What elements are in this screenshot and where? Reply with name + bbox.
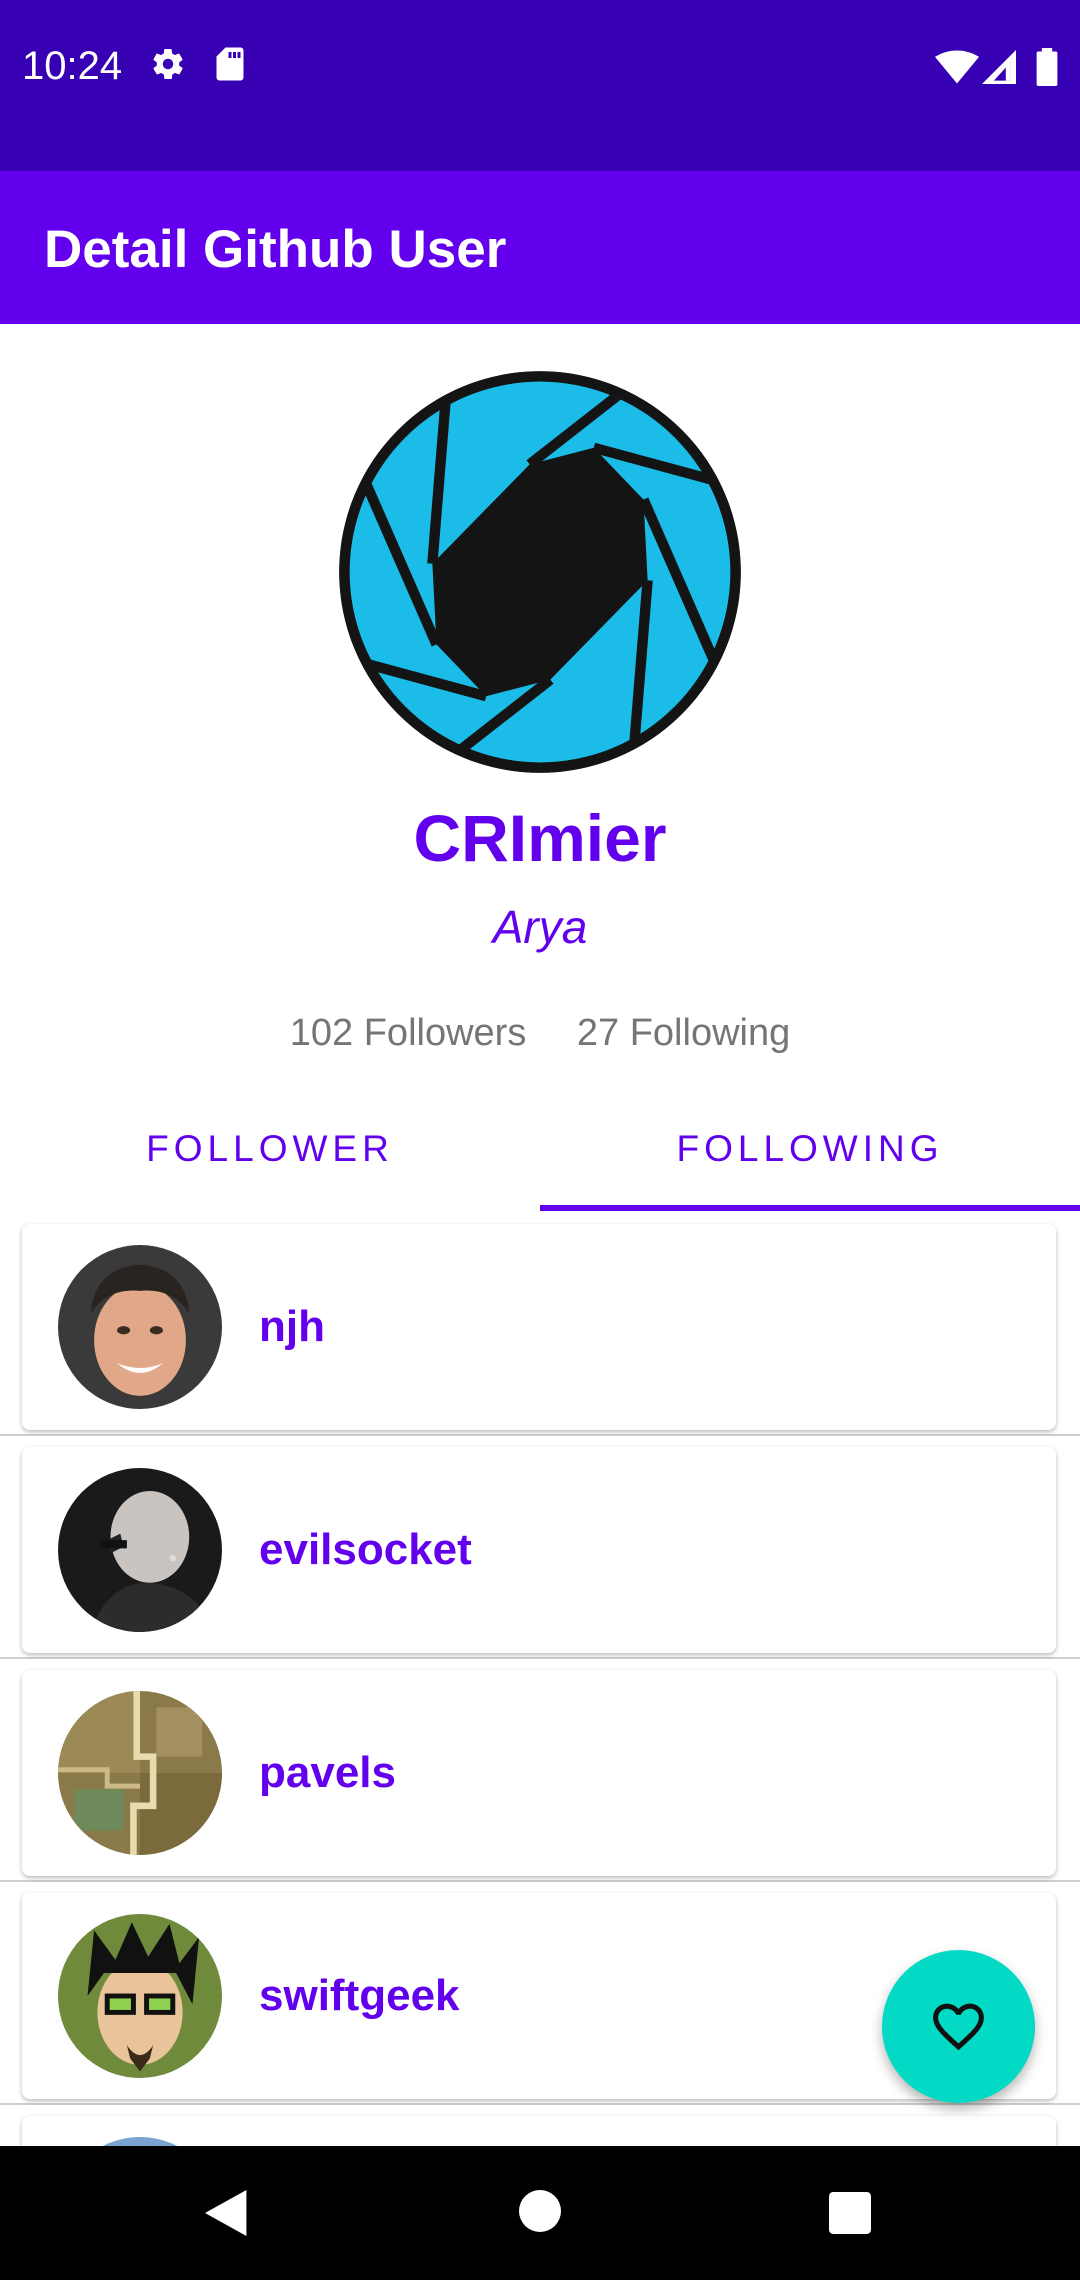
list-item[interactable]: pavels [22, 1670, 1056, 1876]
wifi-icon [935, 50, 979, 89]
user-login: njh [259, 1302, 325, 1351]
signal-icon [981, 50, 1017, 89]
list-item[interactable] [22, 2116, 1056, 2146]
home-icon[interactable] [519, 2190, 561, 2237]
gear-icon [150, 46, 186, 87]
list-divider [0, 1434, 1080, 1436]
tab-layout: FOLLOWER FOLLOWING [0, 1090, 1080, 1212]
user-login: swiftgeek [259, 1971, 460, 2020]
list-divider [0, 2103, 1080, 2105]
sd-card-icon [214, 46, 246, 87]
user-avatar [58, 1468, 222, 1632]
list-divider [0, 1657, 1080, 1659]
profile-name: Arya [492, 901, 588, 953]
back-icon[interactable] [205, 2190, 251, 2241]
user-avatar [58, 1914, 222, 2078]
app-title: Detail Github User [44, 220, 507, 279]
list-divider [0, 1880, 1080, 1882]
tab-follower[interactable]: FOLLOWER [0, 1090, 540, 1212]
status-time: 10:24 [22, 44, 123, 88]
user-avatar [58, 1691, 222, 1855]
user-avatar [58, 2137, 222, 2146]
list-item[interactable]: njh [22, 1224, 1056, 1430]
tab-indicator [540, 1205, 1080, 1211]
app-bar: Detail Github User [0, 171, 1080, 324]
favorite-fab[interactable] [882, 1950, 1035, 2103]
following-count: 27 Following [576, 1012, 791, 1054]
user-login: evilsocket [259, 1525, 472, 1574]
user-avatar [58, 1245, 222, 1409]
status-bar: 10:24 [0, 0, 1080, 171]
camera-aperture-icon [339, 371, 741, 773]
profile-stats: 102 Followers 27 Following [0, 1012, 1080, 1055]
list-item[interactable]: evilsocket [22, 1447, 1056, 1653]
tab-following[interactable]: FOLLOWING [540, 1090, 1080, 1212]
followers-count: 102 Followers [289, 1012, 527, 1054]
user-login: pavels [259, 1748, 396, 1797]
profile-username: CRImier [413, 801, 667, 875]
recents-icon[interactable] [829, 2192, 871, 2239]
profile-avatar [333, 365, 747, 779]
system-nav-bar [0, 2146, 1080, 2280]
heart-outline-icon [933, 2003, 984, 2051]
battery-icon [1036, 48, 1058, 91]
